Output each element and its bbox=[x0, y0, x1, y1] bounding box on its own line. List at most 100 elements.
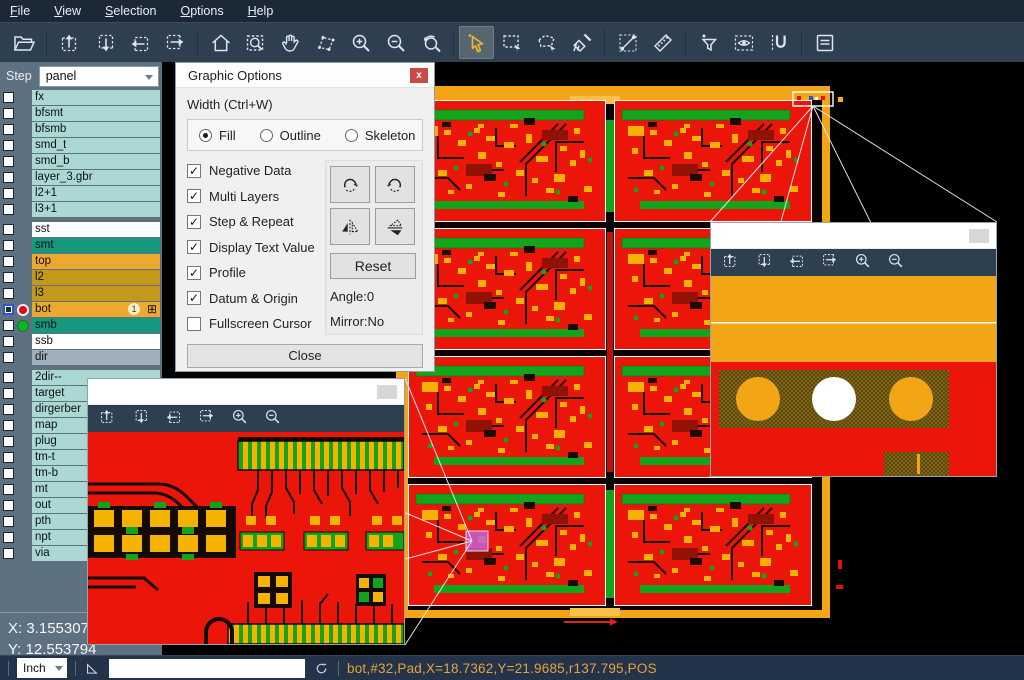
layer-visibility-checkbox[interactable] bbox=[3, 188, 14, 199]
layer-row-bot[interactable]: bot1⊞ bbox=[0, 302, 162, 317]
checkbox-profile[interactable]: ✓Profile bbox=[187, 265, 319, 280]
layer-visibility-checkbox[interactable] bbox=[3, 548, 14, 559]
layer-row-layer_3.gbr[interactable]: layer_3.gbr bbox=[0, 170, 162, 185]
menu-item-file[interactable]: File bbox=[10, 4, 30, 18]
checkbox-box[interactable]: ✓ bbox=[187, 189, 201, 203]
pan-down-button[interactable] bbox=[131, 407, 150, 431]
pan-up-button[interactable] bbox=[52, 26, 87, 59]
checkbox-box[interactable]: ✓ bbox=[187, 215, 201, 229]
layer-visibility-checkbox[interactable] bbox=[3, 108, 14, 119]
layer-visibility-checkbox[interactable] bbox=[3, 204, 14, 215]
reset-button[interactable]: Reset bbox=[330, 253, 416, 279]
zoom-window-button[interactable] bbox=[238, 26, 273, 59]
select-cursor-button[interactable] bbox=[459, 26, 494, 59]
pan-right-button[interactable] bbox=[820, 251, 839, 275]
layer-visibility-checkbox[interactable] bbox=[3, 320, 14, 331]
layer-visibility-checkbox[interactable] bbox=[3, 404, 14, 415]
window-collapse-button[interactable] bbox=[969, 229, 989, 243]
zoom-previous-button[interactable] bbox=[413, 26, 448, 59]
layer-visibility-checkbox[interactable] bbox=[3, 156, 14, 167]
flip-horizontal-button[interactable] bbox=[330, 208, 370, 245]
layer-row-fx[interactable]: fx bbox=[0, 90, 162, 105]
menu-item-view[interactable]: View bbox=[54, 4, 81, 18]
layer-visibility-checkbox[interactable] bbox=[3, 304, 14, 315]
measure-distance-button[interactable] bbox=[610, 26, 645, 59]
menu-item-options[interactable]: Options bbox=[180, 4, 223, 18]
open-file-button[interactable] bbox=[6, 26, 41, 59]
flip-vertical-button[interactable] bbox=[375, 208, 415, 245]
layer-row-l3[interactable]: l3 bbox=[0, 286, 162, 301]
layer-visibility-checkbox[interactable] bbox=[3, 256, 14, 267]
select-polygon-button[interactable] bbox=[529, 26, 564, 59]
layer-row-l2[interactable]: l2 bbox=[0, 270, 162, 285]
layer-row-bfsmb[interactable]: bfsmb bbox=[0, 122, 162, 137]
zoom-window-corner[interactable] bbox=[710, 222, 997, 477]
select-rectangle-button[interactable] bbox=[494, 26, 529, 59]
checkbox-fullscreen-cursor[interactable]: Fullscreen Cursor bbox=[187, 316, 319, 331]
zoom-window-view[interactable] bbox=[88, 432, 404, 644]
zoom-out-button[interactable] bbox=[263, 407, 282, 431]
radio-skeleton[interactable]: Skeleton bbox=[345, 128, 416, 143]
filter-button[interactable] bbox=[691, 26, 726, 59]
layer-row-l3+1[interactable]: l3+1 bbox=[0, 202, 162, 217]
window-collapse-button[interactable] bbox=[377, 385, 397, 399]
menu-item-help[interactable]: Help bbox=[248, 4, 274, 18]
layer-row-l2+1[interactable]: l2+1 bbox=[0, 186, 162, 201]
layer-row-smb[interactable]: smb bbox=[0, 318, 162, 333]
zoom-out-button[interactable] bbox=[886, 251, 905, 275]
layer-visibility-checkbox[interactable] bbox=[3, 516, 14, 527]
menu-item-selection[interactable]: Selection bbox=[105, 4, 156, 18]
layer-visibility-checkbox[interactable] bbox=[3, 288, 14, 299]
checkbox-box[interactable] bbox=[187, 317, 201, 331]
layer-visibility-checkbox[interactable] bbox=[3, 336, 14, 347]
view-options-button[interactable] bbox=[726, 26, 761, 59]
checkbox-display-text-value[interactable]: ✓Display Text Value bbox=[187, 240, 319, 255]
unit-select[interactable]: Inch bbox=[17, 658, 67, 678]
layer-visibility-checkbox[interactable] bbox=[3, 224, 14, 235]
dialog-close-button[interactable]: x bbox=[410, 68, 428, 83]
zoom-in-button[interactable] bbox=[853, 251, 872, 275]
layer-visibility-checkbox[interactable] bbox=[3, 352, 14, 363]
snap-corner-icon[interactable] bbox=[84, 660, 101, 677]
layer-visibility-checkbox[interactable] bbox=[3, 500, 14, 511]
layer-row-smd_b[interactable]: smd_b bbox=[0, 154, 162, 169]
layer-row-ssb[interactable]: ssb bbox=[0, 334, 162, 349]
rotate-ccw-button[interactable] bbox=[375, 166, 415, 203]
pan-down-button[interactable] bbox=[754, 251, 773, 275]
layer-row-bfsmt[interactable]: bfsmt bbox=[0, 106, 162, 121]
layer-visibility-checkbox[interactable] bbox=[3, 172, 14, 183]
checkbox-datum-origin[interactable]: ✓Datum & Origin bbox=[187, 291, 319, 306]
zoom-polygon-button[interactable] bbox=[308, 26, 343, 59]
home-view-button[interactable] bbox=[203, 26, 238, 59]
layer-visibility-checkbox[interactable] bbox=[3, 240, 14, 251]
pan-left-button[interactable] bbox=[787, 251, 806, 275]
checkbox-box[interactable]: ✓ bbox=[187, 240, 201, 254]
layer-visibility-checkbox[interactable] bbox=[3, 140, 14, 151]
radio-circle[interactable] bbox=[345, 129, 358, 142]
report-panel-button[interactable] bbox=[807, 26, 842, 59]
radio-outline[interactable]: Outline bbox=[260, 128, 321, 143]
layer-visibility-checkbox[interactable] bbox=[3, 272, 14, 283]
snap-button[interactable] bbox=[761, 26, 796, 59]
pan-left-button[interactable] bbox=[122, 26, 157, 59]
clear-highlight-button[interactable] bbox=[564, 26, 599, 59]
layer-visibility-checkbox[interactable] bbox=[3, 372, 14, 383]
zoom-in-button[interactable] bbox=[230, 407, 249, 431]
measure-ruler-button[interactable] bbox=[645, 26, 680, 59]
layer-visibility-checkbox[interactable] bbox=[3, 420, 14, 431]
layer-row-smt[interactable]: smt bbox=[0, 238, 162, 253]
step-select[interactable]: panel bbox=[39, 66, 159, 87]
zoom-out-button[interactable] bbox=[378, 26, 413, 59]
pan-down-button[interactable] bbox=[87, 26, 122, 59]
checkbox-step-repeat[interactable]: ✓Step & Repeat bbox=[187, 214, 319, 229]
pan-right-button[interactable] bbox=[197, 407, 216, 431]
close-button[interactable]: Close bbox=[187, 344, 423, 368]
zoom-in-button[interactable] bbox=[343, 26, 378, 59]
zoom-window-view[interactable] bbox=[711, 276, 996, 476]
checkbox-negative-data[interactable]: ✓Negative Data bbox=[187, 163, 319, 178]
layer-row-sst[interactable]: sst bbox=[0, 222, 162, 237]
pan-up-button[interactable] bbox=[721, 251, 740, 275]
command-input[interactable] bbox=[109, 659, 305, 678]
rotate-cw-button[interactable] bbox=[330, 166, 370, 203]
radio-fill[interactable]: Fill bbox=[199, 128, 236, 143]
